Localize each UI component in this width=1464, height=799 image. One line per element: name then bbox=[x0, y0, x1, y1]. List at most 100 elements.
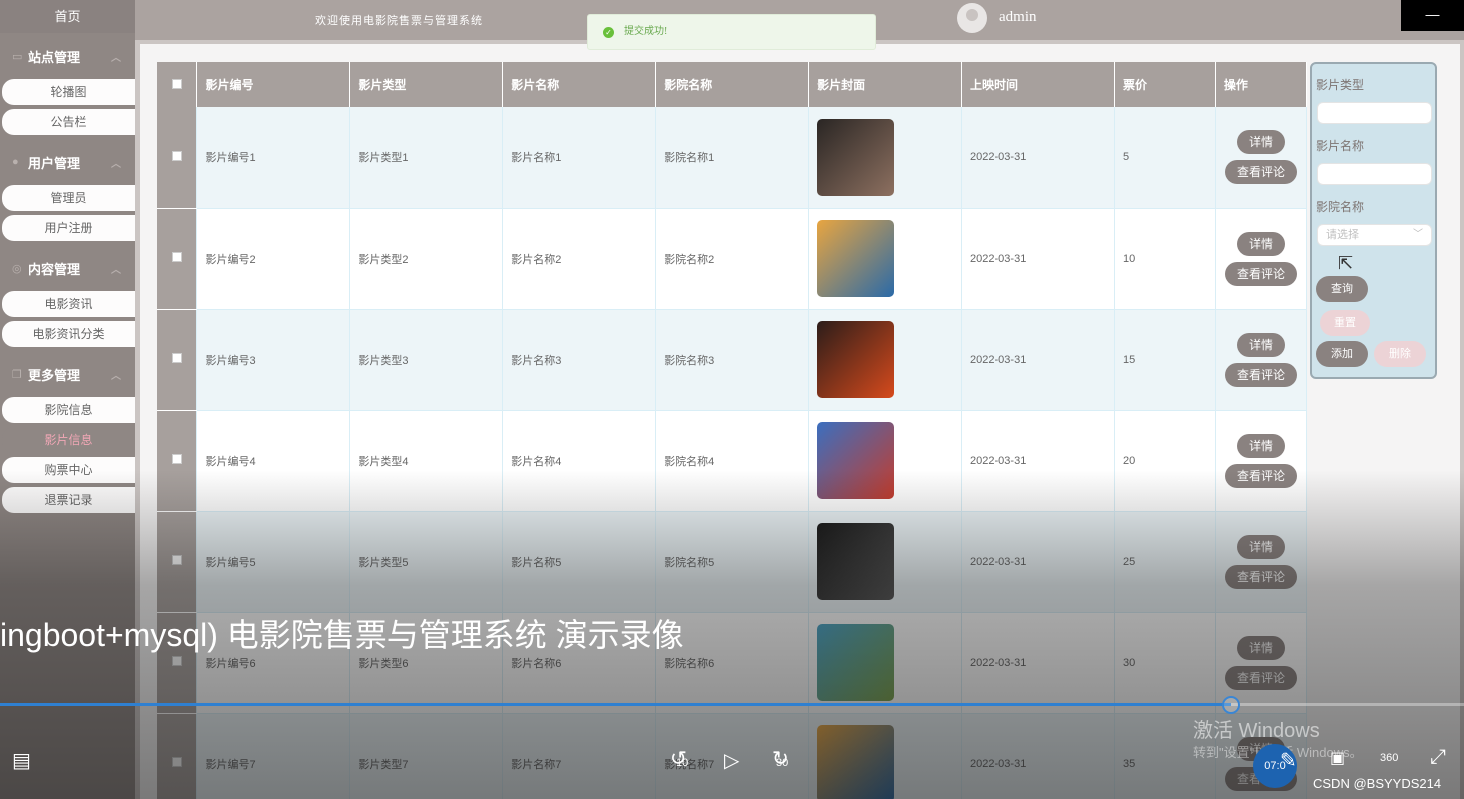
table-row[interactable]: 影片编号1 影片类型1 影片名称1 影院名称1 2022-03-31 5 详情 查看评论 bbox=[157, 107, 1308, 209]
col-header[interactable]: 影片编号 bbox=[196, 62, 351, 107]
review-button[interactable]: 查看评论 bbox=[1224, 362, 1297, 387]
cell-poster bbox=[808, 309, 963, 411]
sidebar-group-label: 更多管理 bbox=[28, 367, 81, 383]
review-button[interactable]: 查看评论 bbox=[1224, 463, 1297, 488]
detail-button[interactable]: 详情 bbox=[1236, 534, 1285, 559]
detail-button[interactable]: 详情 bbox=[1236, 231, 1285, 256]
cell-actions: 详情查看评论 bbox=[1215, 208, 1308, 310]
cell-type: 影片类型5 bbox=[349, 511, 504, 613]
sidebar-item-movie-info[interactable]: 影片信息 bbox=[2, 427, 135, 453]
progress-knob[interactable] bbox=[1222, 696, 1240, 714]
cell-code: 影片编号5 bbox=[196, 511, 351, 613]
sidebar-item-movie-news[interactable]: 电影资讯 bbox=[2, 291, 135, 317]
sidebar-group-content[interactable]: ◎ 内容管理 ︿ bbox=[0, 245, 135, 291]
cell-price: 15 bbox=[1114, 309, 1216, 411]
review-button[interactable]: 查看评论 bbox=[1224, 261, 1297, 286]
edit-icon[interactable]: ✎ bbox=[1280, 748, 1297, 773]
cell-date: 2022-03-31 bbox=[961, 410, 1115, 512]
cinema-select-placeholder: 请选择 bbox=[1326, 229, 1359, 241]
username[interactable]: admin bbox=[999, 9, 1037, 26]
cinema-select[interactable]: 请选择 ﹀ bbox=[1317, 224, 1432, 246]
cell-price: 5 bbox=[1114, 107, 1216, 209]
col-header[interactable]: 影院名称 bbox=[655, 62, 810, 107]
danmaku-icon[interactable]: ▤ bbox=[12, 748, 31, 773]
sidebar-item-notice[interactable]: 公告栏 bbox=[2, 109, 135, 135]
table-row[interactable]: 影片编号4 影片类型4 影片名称4 影院名称4 2022-03-31 20 详情 查看评论 bbox=[157, 410, 1308, 512]
query-button[interactable]: 查询 bbox=[1316, 276, 1368, 302]
cell-cinema: 影院名称2 bbox=[655, 208, 810, 310]
play-icon[interactable]: ▷ bbox=[724, 748, 739, 773]
col-header[interactable]: 影片封面 bbox=[808, 62, 963, 107]
row-checkbox[interactable] bbox=[171, 353, 182, 363]
sidebar-item-ticket-center[interactable]: 购票中心 bbox=[2, 457, 135, 483]
col-header[interactable]: 影片类型 bbox=[349, 62, 504, 107]
cell-name: 影片名称1 bbox=[502, 107, 657, 209]
sidebar-group-more[interactable]: ❐ 更多管理 ︿ bbox=[0, 351, 135, 397]
row-checkbox[interactable] bbox=[171, 757, 182, 767]
row-checkbox[interactable] bbox=[171, 454, 182, 464]
progress-bar[interactable] bbox=[0, 703, 1464, 706]
cell-cinema: 影院名称3 bbox=[655, 309, 810, 411]
detail-button[interactable]: 详情 bbox=[1236, 433, 1285, 458]
cell-date: 2022-03-31 bbox=[961, 309, 1115, 411]
review-button[interactable]: 查看评论 bbox=[1224, 665, 1297, 690]
sidebar-group-users[interactable]: ● 用户管理 ︿ bbox=[0, 139, 135, 185]
select-all-checkbox[interactable] bbox=[171, 78, 182, 89]
col-header[interactable]: 影片名称 bbox=[502, 62, 657, 107]
mouse-cursor-icon: ⇱ bbox=[1338, 253, 1354, 273]
row-checkbox[interactable] bbox=[171, 555, 182, 565]
col-header[interactable]: 票价 bbox=[1114, 62, 1216, 107]
select-all-cell[interactable] bbox=[157, 62, 198, 107]
movie-poster[interactable] bbox=[817, 725, 895, 799]
movie-poster[interactable] bbox=[817, 422, 895, 499]
sidebar-home[interactable]: 首页 bbox=[0, 0, 135, 33]
table-body: 影片编号1 影片类型1 影片名称1 影院名称1 2022-03-31 5 详情 查看评论 影片编… bbox=[157, 107, 1308, 799]
cell-date: 2022-03-31 bbox=[961, 107, 1115, 209]
row-checkbox[interactable] bbox=[171, 656, 182, 666]
sidebar-group-label: 站点管理 bbox=[28, 49, 81, 65]
detail-button[interactable]: 详情 bbox=[1236, 130, 1285, 155]
movie-poster[interactable] bbox=[817, 624, 895, 701]
movie-poster[interactable] bbox=[817, 523, 895, 600]
sidebar-item-news-category[interactable]: 电影资讯分类 bbox=[2, 321, 135, 347]
fullscreen-icon[interactable]: ⤢ bbox=[1430, 746, 1446, 769]
table-row[interactable]: 影片编号2 影片类型2 影片名称2 影院名称2 2022-03-31 10 详情 查看评论 bbox=[157, 208, 1308, 310]
type-label: 影片类型 bbox=[1316, 78, 1365, 92]
row-select-cell[interactable] bbox=[157, 309, 198, 411]
name-input[interactable] bbox=[1317, 163, 1432, 185]
row-checkbox[interactable] bbox=[171, 252, 182, 262]
review-button[interactable]: 查看评论 bbox=[1224, 160, 1297, 185]
col-header[interactable]: 上映时间 bbox=[961, 62, 1115, 107]
minimize-button[interactable]: — bbox=[1401, 0, 1464, 31]
cell-poster bbox=[808, 713, 963, 799]
movie-poster[interactable] bbox=[817, 321, 895, 398]
sidebar-item-cinema-info[interactable]: 影院信息 bbox=[2, 397, 135, 423]
table-row[interactable]: 影片编号3 影片类型3 影片名称3 影院名称3 2022-03-31 15 详情 查看评论 bbox=[157, 309, 1308, 411]
sidebar-item-carousel[interactable]: 轮播图 bbox=[2, 79, 135, 105]
sidebar-item-user-register[interactable]: 用户注册 bbox=[2, 215, 135, 241]
type-input[interactable] bbox=[1317, 102, 1432, 124]
movie-poster[interactable] bbox=[817, 220, 895, 297]
reset-button[interactable]: 重置 bbox=[1320, 310, 1370, 336]
row-checkbox[interactable] bbox=[171, 150, 182, 161]
vr-360-icon[interactable]: 360 bbox=[1380, 752, 1398, 764]
sidebar-group-site[interactable]: ▭ 站点管理 ︿ bbox=[0, 33, 135, 79]
toast-message: 提交成功! bbox=[624, 26, 668, 37]
row-select-cell[interactable] bbox=[157, 713, 198, 799]
sidebar-item-refund-records[interactable]: 退票记录 bbox=[2, 487, 135, 513]
row-select-cell[interactable] bbox=[157, 511, 198, 613]
avatar[interactable] bbox=[957, 3, 987, 33]
movie-poster[interactable] bbox=[817, 118, 895, 196]
success-toast: ✓ 提交成功! bbox=[587, 14, 876, 50]
row-select-cell[interactable] bbox=[157, 410, 198, 512]
delete-button[interactable]: 删除 bbox=[1374, 341, 1426, 367]
add-button[interactable]: 添加 bbox=[1316, 341, 1368, 367]
detail-button[interactable]: 详情 bbox=[1236, 635, 1285, 660]
row-select-cell[interactable] bbox=[157, 208, 198, 310]
sidebar-item-admin[interactable]: 管理员 bbox=[2, 185, 135, 211]
table-row[interactable]: 影片编号5 影片类型5 影片名称5 影院名称5 2022-03-31 25 详情 查看评论 bbox=[157, 511, 1308, 613]
pip-icon[interactable]: ▣ bbox=[1330, 748, 1345, 768]
detail-button[interactable]: 详情 bbox=[1236, 332, 1285, 357]
row-select-cell[interactable] bbox=[157, 107, 198, 209]
review-button[interactable]: 查看评论 bbox=[1224, 564, 1297, 589]
